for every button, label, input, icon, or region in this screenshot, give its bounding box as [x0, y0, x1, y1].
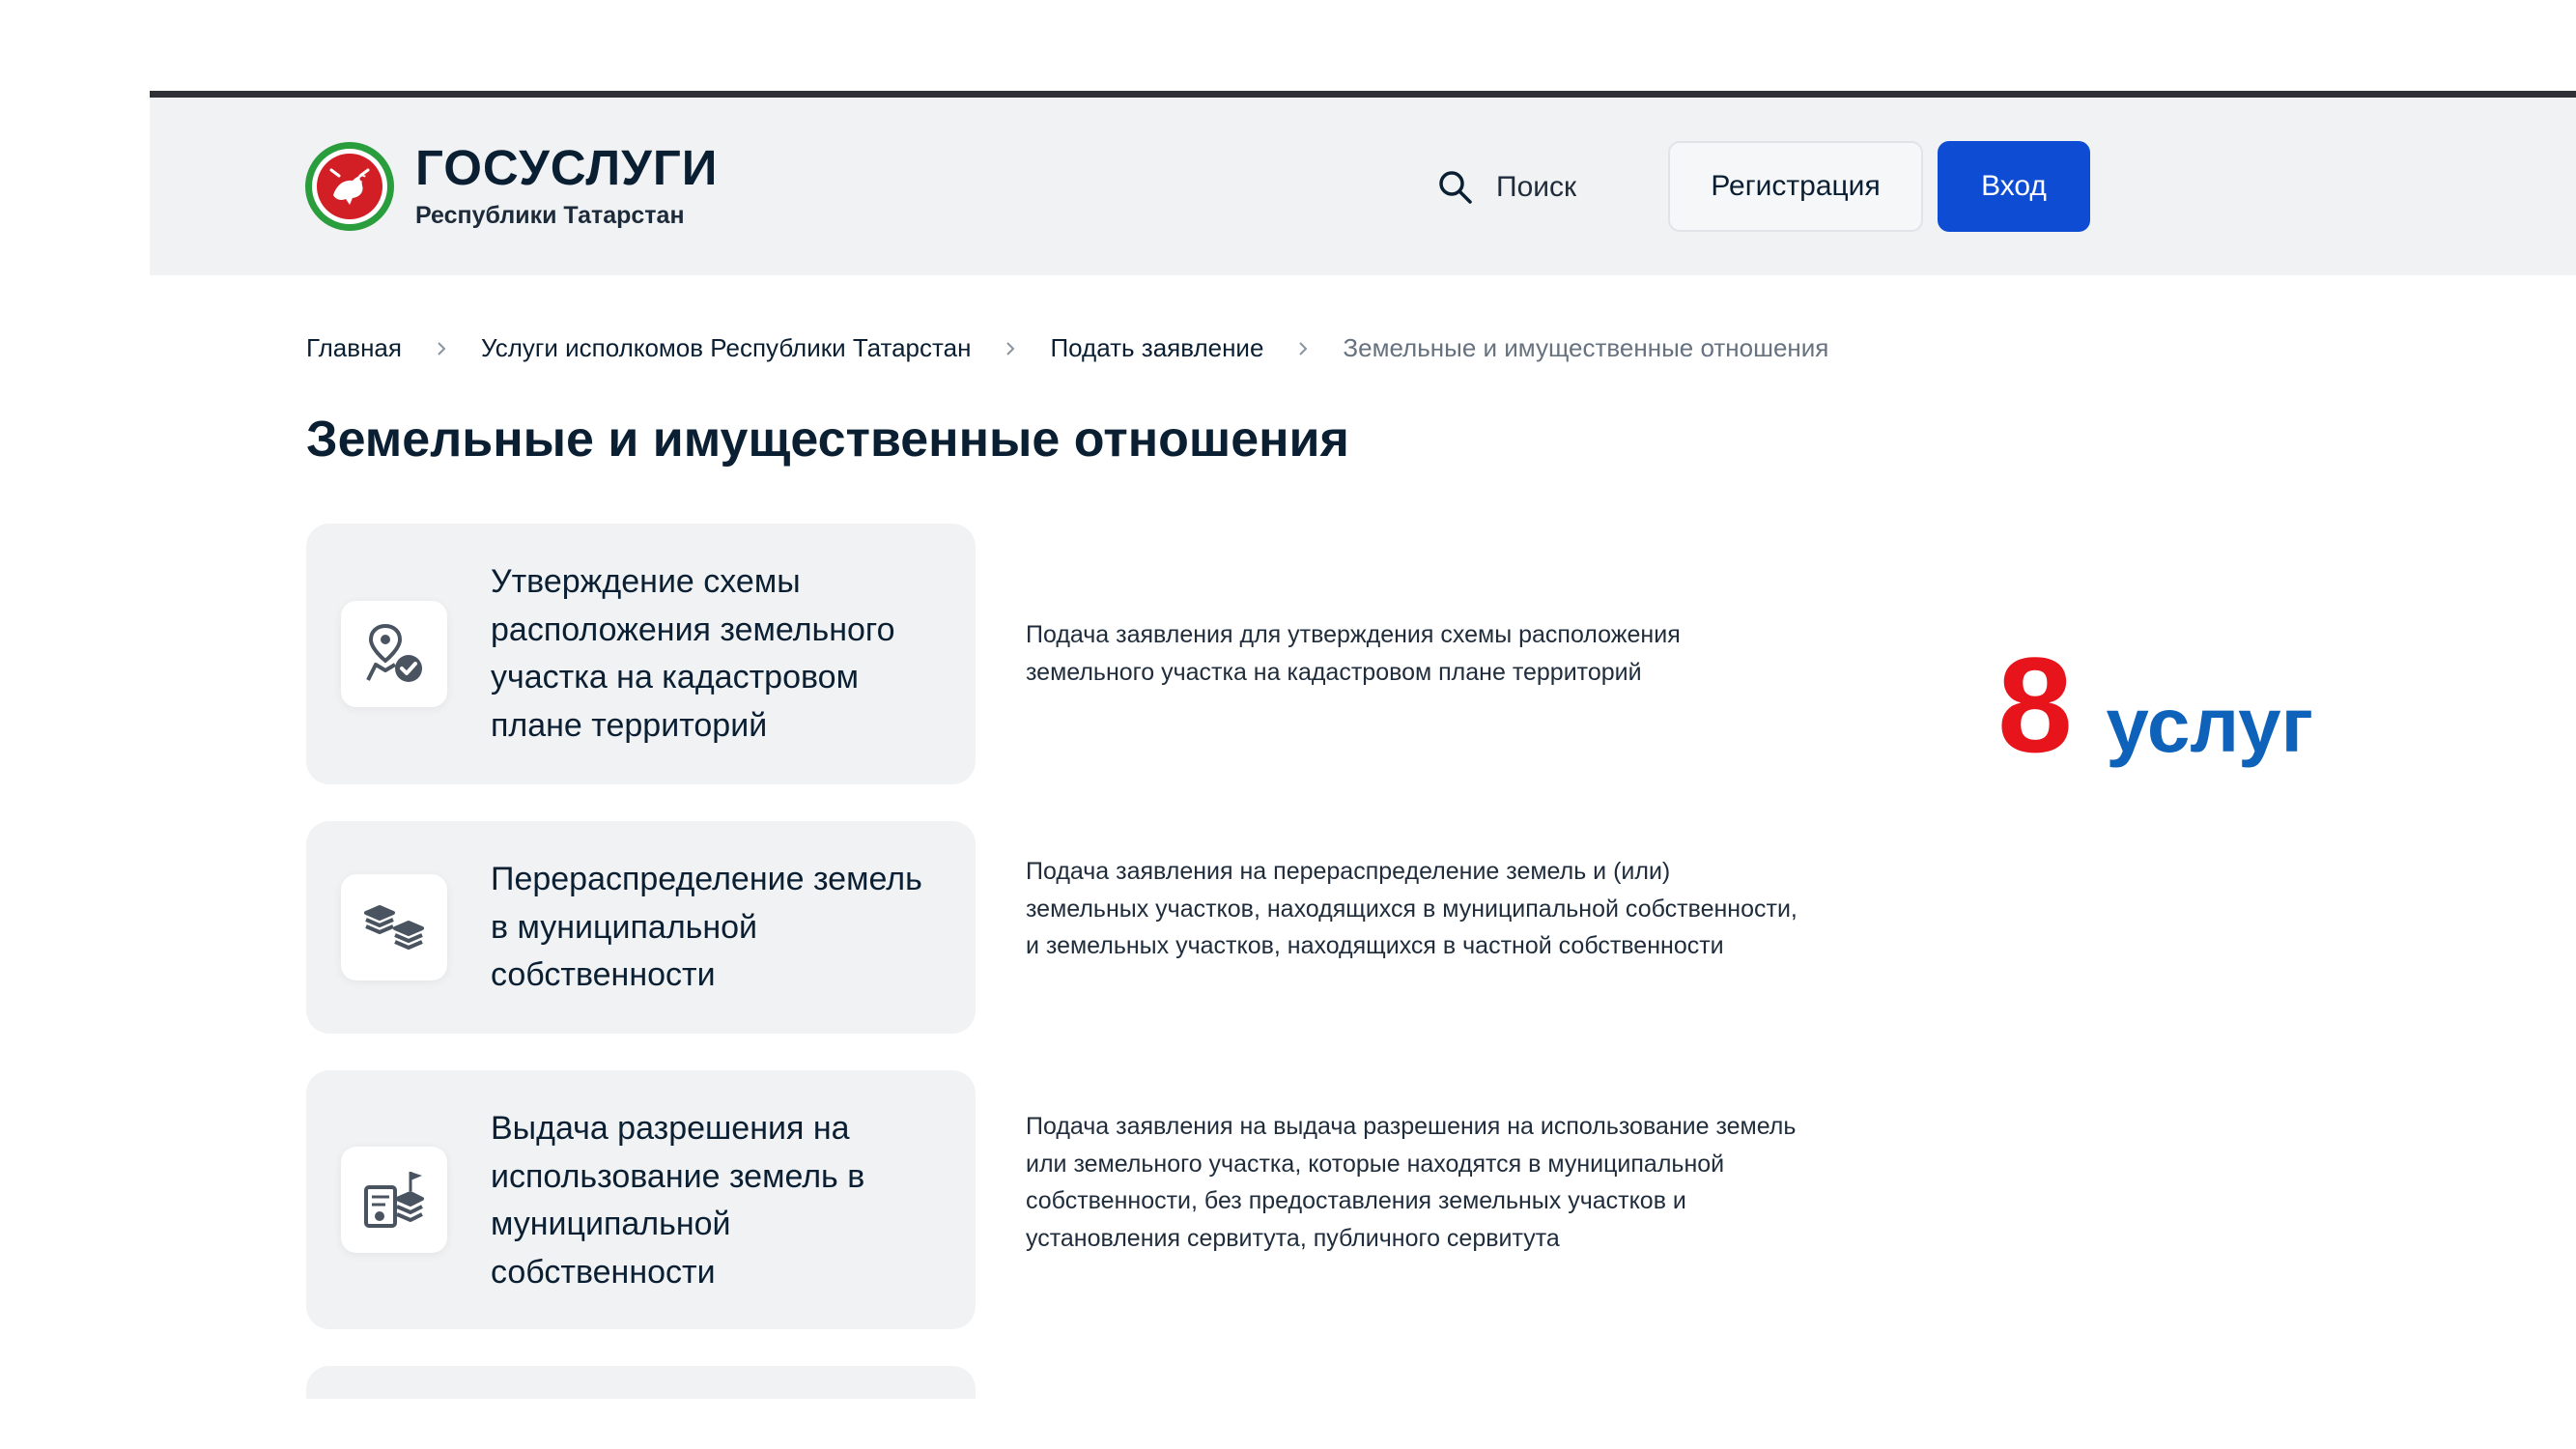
service-description: Подача заявления для утверждения схемы р… [1026, 621, 1681, 686]
login-button[interactable]: Вход [1938, 141, 2090, 232]
top-divider [150, 91, 2576, 98]
search-button[interactable]: Поиск [1436, 166, 1576, 209]
service-title: Утверждение схемы расположения земельног… [491, 563, 895, 744]
page-title: Земельные и имущественные отношения [306, 412, 1349, 468]
service-title: Перераспределение земель в муниципальной… [491, 861, 922, 993]
service-card-partial[interactable] [306, 1366, 976, 1399]
breadcrumb: Главная Услуги исполкомов Республики Тат… [306, 333, 1828, 363]
services-count-number: 8 [1997, 629, 2073, 781]
service-title: Выдача разрешения на использование земел… [491, 1110, 865, 1291]
register-button[interactable]: Регистрация [1668, 141, 1923, 232]
brand-name: ГОСУСЛУГИ [415, 140, 719, 195]
land-layers-icon [364, 905, 424, 950]
search-label: Поиск [1496, 171, 1577, 203]
land-permit-icon [364, 1172, 424, 1228]
breadcrumb-item-home[interactable]: Главная [306, 333, 402, 363]
service-card-scheme-approval[interactable]: Утверждение схемы расположения земельног… [306, 524, 976, 784]
tatarstan-emblem-logo[interactable] [304, 141, 395, 232]
service-card-land-redistribution[interactable]: Перераспределение земель в муниципальной… [306, 821, 976, 1034]
service-icon-box [341, 874, 447, 980]
service-icon-box [341, 1147, 447, 1253]
service-description: Подача заявления на перераспределение зе… [1026, 858, 1798, 959]
search-icon [1439, 171, 1472, 204]
chevron-right-icon [1299, 341, 1308, 355]
service-description: Подача заявления на выдача разрешения на… [1026, 1113, 1797, 1252]
service-card-land-use-permit[interactable]: Выдача разрешения на использование земел… [306, 1070, 976, 1329]
breadcrumb-item-services[interactable]: Услуги исполкомов Республики Татарстан [481, 333, 971, 363]
brand-subtitle: Республики Татарстан [415, 202, 685, 229]
services-count-word: услуг [2106, 682, 2313, 768]
service-icon-box [341, 601, 447, 707]
services-counter: 8 услуг [1997, 638, 2313, 793]
breadcrumb-item-current: Земельные и имущественные отношения [1343, 333, 1829, 362]
map-pin-check-icon [366, 623, 422, 682]
breadcrumb-item-apply[interactable]: Подать заявление [1050, 333, 1263, 363]
chevron-right-icon [438, 341, 446, 355]
chevron-right-icon [1006, 341, 1015, 355]
